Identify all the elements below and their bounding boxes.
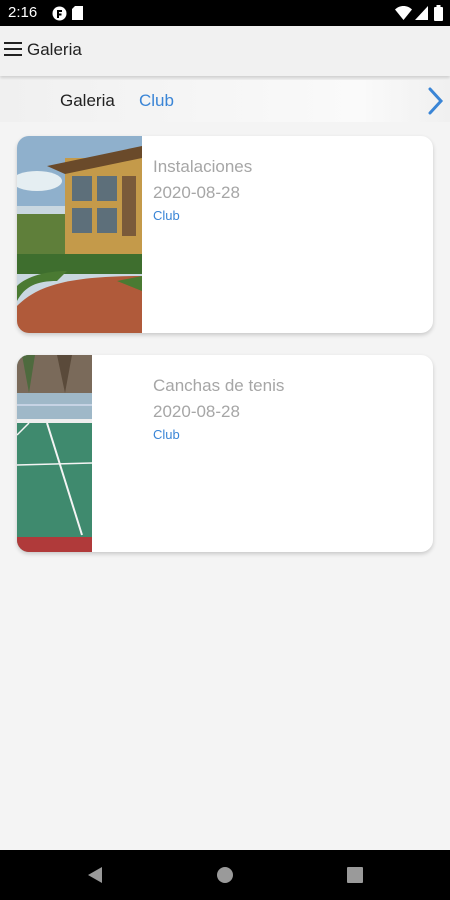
chevron-right-icon[interactable]	[424, 86, 446, 116]
gallery-list: Instalaciones 2020-08-28 Club Canchas de…	[0, 122, 450, 850]
recents-icon[interactable]	[346, 866, 364, 884]
tab-galeria[interactable]: Galeria	[60, 91, 115, 111]
card-category: Club	[153, 427, 180, 442]
status-time: 2:16	[8, 4, 38, 21]
card-date: 2020-08-28	[153, 402, 240, 421]
sd-card-icon	[72, 6, 83, 20]
tab-bar: Galeria Club	[0, 80, 450, 122]
status-bar: 2:16	[0, 0, 450, 26]
card-title: Canchas de tenis	[153, 376, 285, 395]
app-title: Galeria	[27, 40, 82, 59]
building-photo	[17, 136, 142, 333]
back-icon[interactable]	[86, 865, 104, 885]
tab-club[interactable]: Club	[139, 91, 174, 111]
gallery-card[interactable]: Instalaciones 2020-08-28 Club	[17, 136, 433, 333]
card-category: Club	[153, 208, 180, 223]
battery-icon	[434, 5, 443, 21]
card-title: Instalaciones	[153, 157, 253, 176]
signal-icon	[415, 6, 428, 20]
wifi-icon	[395, 6, 412, 20]
hamburger-menu-icon[interactable]	[4, 42, 24, 58]
app-bar: Galeria	[0, 26, 450, 76]
notification-icon	[52, 6, 67, 21]
gallery-card[interactable]: Canchas de tenis 2020-08-28 Club	[17, 355, 433, 552]
card-date: 2020-08-28	[153, 183, 240, 202]
system-nav-bar	[0, 850, 450, 900]
home-icon[interactable]	[216, 866, 234, 884]
tennis-court-photo	[17, 355, 92, 552]
